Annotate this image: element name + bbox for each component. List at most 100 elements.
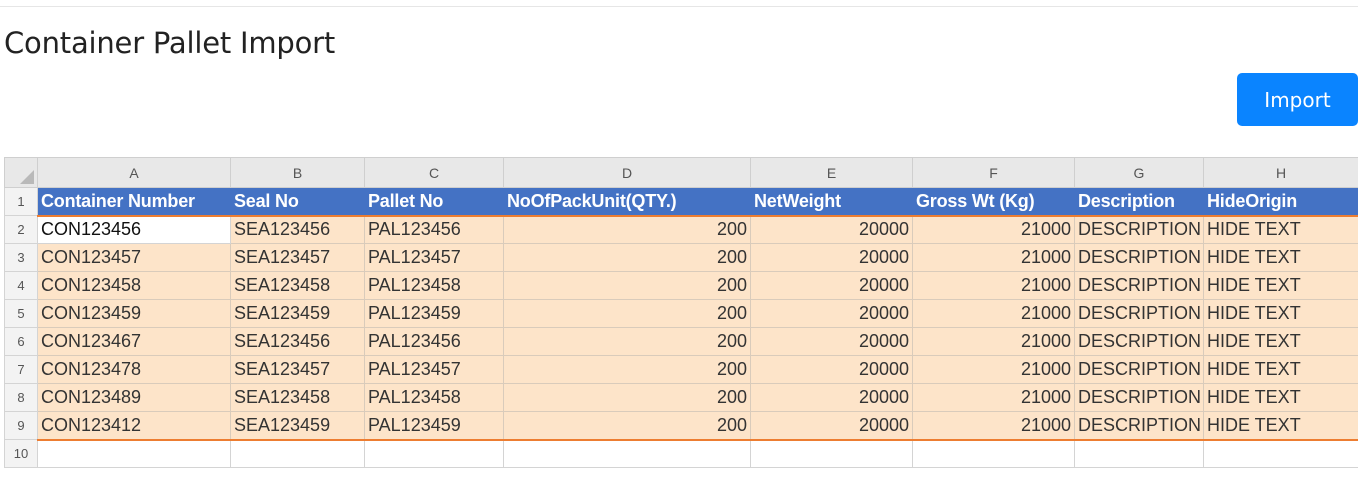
table-cell[interactable]: 20000 xyxy=(750,355,913,384)
table-cell[interactable]: PAL123458 xyxy=(364,383,504,412)
column-header[interactable]: A xyxy=(37,157,231,188)
table-cell[interactable]: DESCRIPTION xyxy=(1074,383,1204,412)
select-all-corner[interactable] xyxy=(4,157,38,188)
table-cell[interactable]: CON123467 xyxy=(37,327,231,356)
header-cell[interactable]: Seal No xyxy=(230,187,365,217)
table-cell[interactable]: 20000 xyxy=(750,299,913,328)
table-cell[interactable]: DESCRIPTION xyxy=(1074,327,1204,356)
table-cell[interactable]: DESCRIPTION xyxy=(1074,355,1204,384)
table-cell[interactable]: PAL123458 xyxy=(364,271,504,300)
empty-cell[interactable] xyxy=(1074,439,1204,468)
table-cell[interactable]: CON123412 xyxy=(37,411,231,441)
column-header[interactable]: E xyxy=(750,157,913,188)
table-cell[interactable]: 21000 xyxy=(912,243,1075,272)
table-cell[interactable]: 21000 xyxy=(912,271,1075,300)
header-cell[interactable]: NetWeight xyxy=(750,187,913,217)
header-cell[interactable]: Pallet No xyxy=(364,187,504,217)
table-cell[interactable]: 200 xyxy=(503,243,751,272)
table-cell[interactable]: CON123478 xyxy=(37,355,231,384)
table-cell[interactable]: 20000 xyxy=(750,243,913,272)
table-cell[interactable]: SEA123457 xyxy=(230,243,365,272)
table-cell[interactable]: CON123458 xyxy=(37,271,231,300)
row-number[interactable]: 4 xyxy=(4,271,38,300)
import-button[interactable]: Import xyxy=(1237,73,1358,126)
table-cell[interactable]: SEA123456 xyxy=(230,327,365,356)
table-cell[interactable]: 200 xyxy=(503,215,751,244)
selected-cell[interactable]: CON123456 xyxy=(37,215,231,244)
table-cell[interactable]: CON123457 xyxy=(37,243,231,272)
table-cell[interactable]: 200 xyxy=(503,327,751,356)
row-number[interactable]: 9 xyxy=(4,411,38,440)
table-cell[interactable]: 21000 xyxy=(912,327,1075,356)
empty-cell[interactable] xyxy=(912,439,1075,468)
column-header[interactable]: D xyxy=(503,157,751,188)
header-cell[interactable]: Description xyxy=(1074,187,1204,217)
table-cell[interactable]: 200 xyxy=(503,271,751,300)
table-cell[interactable]: 200 xyxy=(503,299,751,328)
table-cell[interactable]: SEA123458 xyxy=(230,383,365,412)
table-cell[interactable]: 20000 xyxy=(750,215,913,244)
header-cell[interactable]: Container Number xyxy=(37,187,231,217)
empty-cell[interactable] xyxy=(750,439,913,468)
empty-cell[interactable] xyxy=(1203,439,1358,468)
table-cell[interactable]: DESCRIPTION xyxy=(1074,271,1204,300)
table-cell[interactable]: 20000 xyxy=(750,411,913,441)
row-number[interactable]: 3 xyxy=(4,243,38,272)
table-cell[interactable]: SEA123458 xyxy=(230,271,365,300)
row-number[interactable]: 2 xyxy=(4,215,38,244)
table-cell[interactable]: PAL123457 xyxy=(364,243,504,272)
empty-cell[interactable] xyxy=(37,439,231,468)
table-cell[interactable]: SEA123457 xyxy=(230,355,365,384)
column-header[interactable]: C xyxy=(364,157,504,188)
table-cell[interactable]: 200 xyxy=(503,411,751,441)
column-header[interactable]: H xyxy=(1203,157,1358,188)
empty-cell[interactable] xyxy=(230,439,365,468)
row-number[interactable]: 7 xyxy=(4,355,38,384)
header-cell[interactable]: NoOfPackUnit(QTY.) xyxy=(503,187,751,217)
column-header[interactable]: B xyxy=(230,157,365,188)
table-cell[interactable]: PAL123459 xyxy=(364,411,504,441)
table-cell[interactable]: SEA123456 xyxy=(230,215,365,244)
row-number[interactable]: 8 xyxy=(4,383,38,412)
table-cell[interactable]: HIDE TEXT xyxy=(1203,383,1358,412)
table-cell[interactable]: HIDE TEXT xyxy=(1203,355,1358,384)
row-number[interactable]: 6 xyxy=(4,327,38,356)
table-cell[interactable]: DESCRIPTION xyxy=(1074,411,1204,441)
table-cell[interactable]: 200 xyxy=(503,383,751,412)
row-number[interactable]: 1 xyxy=(4,187,38,216)
table-cell[interactable]: HIDE TEXT xyxy=(1203,411,1358,441)
table-cell[interactable]: PAL123459 xyxy=(364,299,504,328)
table-cell[interactable]: SEA123459 xyxy=(230,299,365,328)
table-cell[interactable]: HIDE TEXT xyxy=(1203,327,1358,356)
header-cell[interactable]: HideOrigin xyxy=(1203,187,1358,217)
table-cell[interactable]: 20000 xyxy=(750,327,913,356)
header-cell[interactable]: Gross Wt (Kg) xyxy=(912,187,1075,217)
table-cell[interactable]: PAL123457 xyxy=(364,355,504,384)
table-cell[interactable]: PAL123456 xyxy=(364,327,504,356)
table-cell[interactable]: 20000 xyxy=(750,383,913,412)
table-cell[interactable]: 21000 xyxy=(912,299,1075,328)
table-cell[interactable]: HIDE TEXT xyxy=(1203,299,1358,328)
table-cell[interactable]: SEA123459 xyxy=(230,411,365,441)
table-cell[interactable]: HIDE TEXT xyxy=(1203,243,1358,272)
spreadsheet-grid[interactable]: A B C D E F G H 1 Container Number Seal … xyxy=(4,157,1358,468)
column-header[interactable]: F xyxy=(912,157,1075,188)
table-cell[interactable]: HIDE TEXT xyxy=(1203,271,1358,300)
table-cell[interactable]: 21000 xyxy=(912,215,1075,244)
table-cell[interactable]: DESCRIPTION xyxy=(1074,243,1204,272)
table-cell[interactable]: 21000 xyxy=(912,383,1075,412)
table-cell[interactable]: DESCRIPTION xyxy=(1074,215,1204,244)
empty-cell[interactable] xyxy=(364,439,504,468)
table-cell[interactable]: DESCRIPTION xyxy=(1074,299,1204,328)
row-number[interactable]: 5 xyxy=(4,299,38,328)
table-cell[interactable]: 21000 xyxy=(912,355,1075,384)
table-cell[interactable]: CON123489 xyxy=(37,383,231,412)
table-cell[interactable]: PAL123456 xyxy=(364,215,504,244)
table-cell[interactable]: 21000 xyxy=(912,411,1075,441)
table-cell[interactable]: CON123459 xyxy=(37,299,231,328)
table-cell[interactable]: 200 xyxy=(503,355,751,384)
table-cell[interactable]: HIDE TEXT xyxy=(1203,215,1358,244)
column-header[interactable]: G xyxy=(1074,157,1204,188)
table-cell[interactable]: 20000 xyxy=(750,271,913,300)
row-number[interactable]: 10 xyxy=(4,439,38,468)
